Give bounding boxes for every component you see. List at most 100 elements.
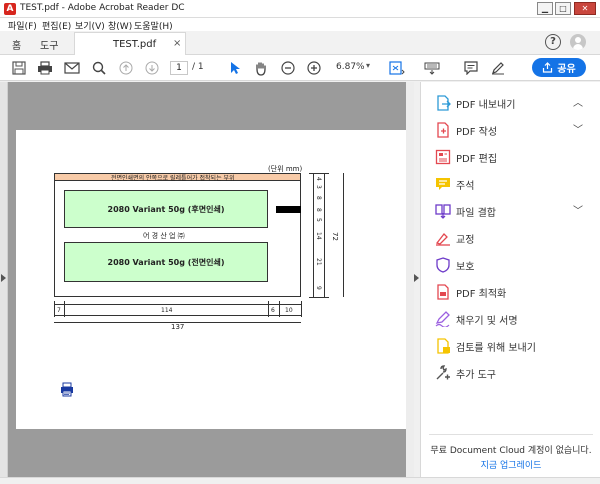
menu-bar: 파일(F) 편집(E) 보기(V) 창(W) 도움말(H) bbox=[0, 18, 600, 32]
back-print-box: 2080 Variant 50g (후면인쇄) bbox=[64, 190, 268, 228]
dim-right-4: 8 bbox=[315, 208, 322, 212]
keyboard-icon[interactable] bbox=[423, 59, 441, 77]
black-tab-marker bbox=[276, 206, 301, 213]
page-number-input[interactable]: 1 bbox=[170, 61, 188, 75]
tool-more-tools[interactable]: 추가 도구 bbox=[421, 360, 600, 386]
dim-bottom-4: 10 bbox=[285, 307, 293, 314]
total-height: 72 bbox=[331, 232, 339, 241]
share-label: 공유 bbox=[557, 64, 576, 75]
save-icon[interactable] bbox=[10, 59, 28, 77]
tool-protect[interactable]: 보호 bbox=[421, 252, 600, 278]
expand-left-icon[interactable] bbox=[1, 274, 6, 282]
fill-sign-icon bbox=[435, 311, 450, 327]
dim-tick bbox=[301, 301, 302, 317]
hand-tool-icon[interactable] bbox=[252, 59, 270, 77]
status-bar bbox=[0, 477, 600, 484]
previous-page-icon[interactable] bbox=[117, 59, 135, 77]
select-tool-icon[interactable] bbox=[226, 59, 244, 77]
top-band: 전면인쇄면의 안쪽으로 릴레틀어가 접착되는 부위 bbox=[54, 173, 301, 182]
zoom-out-icon[interactable] bbox=[279, 59, 297, 77]
document-tab-label: TEST.pdf bbox=[113, 39, 157, 50]
email-icon[interactable] bbox=[63, 59, 81, 77]
page-fit-icon[interactable] bbox=[388, 59, 406, 77]
comment-icon[interactable] bbox=[462, 59, 480, 77]
panel-divider bbox=[429, 434, 593, 435]
tool-fill-sign[interactable]: 채우기 및 서명 bbox=[421, 306, 600, 332]
top-band-text: 전면인쇄면의 안쪽으로 릴레틀어가 접착되는 부위 bbox=[111, 175, 235, 182]
redact-icon bbox=[435, 233, 450, 246]
help-icon[interactable]: ? bbox=[545, 34, 561, 50]
dim-bottom-1: 7 bbox=[57, 307, 61, 314]
front-print-box: 2080 Variant 50g (전면인쇄) bbox=[64, 242, 268, 282]
pdf-page: (단위 mm) 전면인쇄면의 안쪽으로 릴레틀어가 접착되는 부위 2080 V… bbox=[16, 130, 406, 429]
tab-bar: 홈 도구 TEST.pdf × ? bbox=[0, 31, 600, 55]
tab-document[interactable]: TEST.pdf × bbox=[74, 32, 186, 55]
pen-icon[interactable] bbox=[489, 59, 507, 77]
dim-tick bbox=[279, 301, 280, 317]
cloud-promo-text: 무료 Document Cloud 계정이 없습니다. bbox=[430, 446, 592, 456]
window-title: TEST.pdf - Adobe Acrobat Reader DC bbox=[20, 3, 185, 13]
tool-create-pdf[interactable]: PDF 작성 ﹀ bbox=[421, 117, 600, 143]
send-review-icon bbox=[437, 338, 450, 354]
tool-label: PDF 작성 bbox=[456, 127, 498, 138]
minimize-button[interactable]: ▁ bbox=[537, 2, 553, 15]
back-print-label: 2080 Variant 50g (후면인쇄) bbox=[107, 204, 225, 214]
tool-label: 보호 bbox=[456, 262, 475, 273]
total-width: 137 bbox=[171, 323, 185, 331]
tool-optimize-pdf[interactable]: PDF 최적화 bbox=[421, 279, 600, 305]
tool-label: 채우기 및 서명 bbox=[456, 316, 518, 327]
tool-comment[interactable]: 주석 bbox=[421, 171, 600, 197]
upgrade-link[interactable]: 지금 업그레이드 bbox=[421, 458, 600, 471]
acrobat-icon: A bbox=[4, 3, 16, 15]
front-print-label: 2080 Variant 50g (전면인쇄) bbox=[107, 257, 225, 267]
tool-export-pdf[interactable]: PDF 내보내기 ︿ bbox=[421, 90, 600, 116]
more-tools-icon bbox=[436, 365, 450, 380]
chevron-down-icon[interactable]: ﹀ bbox=[573, 121, 583, 136]
export-pdf-icon bbox=[437, 95, 451, 111]
avatar[interactable] bbox=[570, 34, 586, 50]
create-pdf-icon bbox=[437, 122, 449, 138]
dim-tick bbox=[268, 301, 269, 317]
dim-bottom-2: 114 bbox=[161, 307, 173, 314]
bottom-dimension-row bbox=[54, 304, 301, 316]
toolbar: 1 / 1 6.87% ▾ 공유 bbox=[0, 55, 600, 81]
edit-pdf-icon bbox=[435, 149, 451, 165]
tool-redact[interactable]: 교정 bbox=[421, 225, 600, 251]
tab-home[interactable]: 홈 bbox=[12, 37, 21, 52]
vertical-scrollbar[interactable] bbox=[406, 82, 414, 477]
dim-tick bbox=[64, 301, 65, 317]
tool-label: 주석 bbox=[456, 181, 475, 192]
tool-label: 교정 bbox=[456, 235, 475, 246]
zoom-in-icon[interactable] bbox=[305, 59, 323, 77]
collapse-right-panel-icon[interactable] bbox=[414, 274, 419, 282]
print-icon[interactable] bbox=[36, 59, 54, 77]
company-text: 어 경 산 업 ㈜ bbox=[143, 232, 185, 240]
share-icon bbox=[543, 62, 553, 73]
tool-label: 검토를 위해 보내기 bbox=[456, 343, 536, 354]
share-button[interactable]: 공유 bbox=[532, 58, 586, 77]
dim-right-2: 3 bbox=[315, 185, 322, 189]
tool-label: PDF 최적화 bbox=[456, 289, 507, 300]
dim-tick bbox=[309, 297, 329, 298]
total-height-line bbox=[343, 173, 344, 297]
search-icon[interactable] bbox=[90, 59, 108, 77]
next-page-icon[interactable] bbox=[143, 59, 161, 77]
tool-edit-pdf[interactable]: PDF 편집 bbox=[421, 144, 600, 170]
tool-combine-files[interactable]: 파일 결합 ﹀ bbox=[421, 198, 600, 224]
attachment-icon[interactable] bbox=[60, 382, 74, 397]
close-tab-icon[interactable]: × bbox=[173, 38, 181, 49]
dim-right-1: 4 bbox=[315, 177, 322, 181]
protect-icon bbox=[436, 257, 450, 273]
dim-right-7: 21 bbox=[315, 258, 322, 266]
maximize-button[interactable]: □ bbox=[555, 2, 571, 15]
tool-send-for-review[interactable]: 검토를 위해 보내기 bbox=[421, 333, 600, 359]
tool-label: PDF 내보내기 bbox=[456, 100, 516, 111]
tool-label: 추가 도구 bbox=[456, 370, 496, 381]
zoom-select[interactable]: 6.87% ▾ bbox=[328, 60, 376, 76]
close-button[interactable]: ✕ bbox=[574, 2, 596, 15]
dim-right-5: 5 bbox=[315, 218, 322, 222]
dim-tick bbox=[309, 173, 329, 174]
chevron-down-icon[interactable]: ﹀ bbox=[573, 202, 583, 217]
chevron-up-icon[interactable]: ︿ bbox=[573, 94, 583, 109]
tab-tools[interactable]: 도구 bbox=[40, 37, 58, 52]
